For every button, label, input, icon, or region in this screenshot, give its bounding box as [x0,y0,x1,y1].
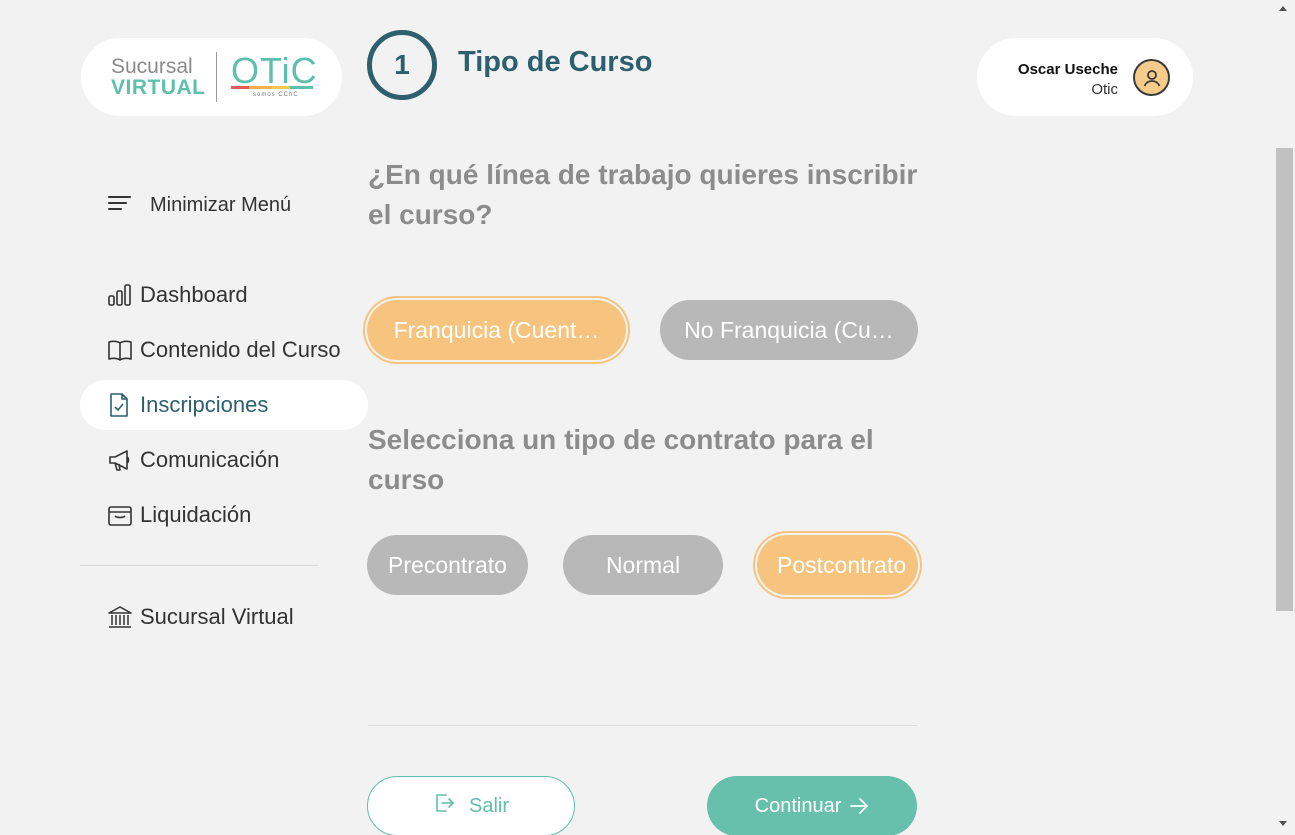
sidebar-item-label: Contenido del Curso [140,337,341,362]
scroll-down-arrow[interactable] [1279,821,1287,826]
document-check-icon [107,392,133,418]
user-name: Oscar Useche [1017,61,1118,78]
option-label: No Franquicia (Cu… [684,316,894,343]
option-no-franquicia[interactable]: No Franquicia (Cu… [660,300,918,360]
question-work-line: ¿En qué línea de trabajo quieres inscrib… [368,159,918,230]
sidebar-item-dashboard[interactable]: Dashboard [80,270,368,320]
sidebar-item-course-content[interactable]: Contenido del Curso [80,325,368,375]
otic-tagline: somos CChC [253,92,299,98]
minimize-menu-button[interactable]: Minimizar Menú [107,193,291,218]
sidebar-item-label: Sucursal Virtual [140,604,294,629]
option-label: Normal [605,551,681,578]
sidebar-item-sucursal-virtual[interactable]: Sucursal Virtual [80,592,368,642]
otic-color-bar [231,86,313,89]
sidebar-item-comunicacion[interactable]: Comunicación [80,435,368,485]
bar-chart-icon [107,282,133,308]
exit-label: Salir [468,794,509,817]
page-title: Tipo de Curso [458,46,653,78]
step-number: 1 [367,30,437,100]
option-franquicia[interactable]: Franquicia (Cuent… [367,300,626,360]
user-profile[interactable]: Oscar Useche Otic [977,38,1193,116]
otic-brand: OTiC [231,50,318,91]
scroll-up-arrow[interactable] [1279,6,1287,11]
book-icon [107,337,133,363]
exit-button[interactable]: Salir [367,776,575,835]
logo-line1: Sucursal [111,55,193,78]
sidebar-divider [80,565,318,566]
sidebar-item-liquidacion[interactable]: Liquidación [80,490,368,540]
content-divider [368,725,917,726]
logout-icon [433,792,455,820]
option-label: Precontrato [388,551,507,578]
option-normal[interactable]: Normal [563,535,723,595]
sidebar-item-label: Liquidación [140,502,252,527]
continue-label: Continuar [754,794,842,817]
continue-button[interactable]: Continuar [707,776,917,835]
logo-line2: VIRTUAL [111,76,206,99]
option-postcontrato[interactable]: Postcontrato [757,535,918,595]
sidebar-item-inscripciones[interactable]: Inscripciones [80,380,368,430]
sucursal-virtual-logo[interactable]: Sucursal VIRTUAL OTiC somos CChC [81,38,342,116]
logo-separator [216,52,217,102]
option-label: Postcontrato [777,551,907,578]
question-contract-type: Selecciona un tipo de contrato para el c… [368,424,874,495]
option-label: Franquicia (Cuent… [393,316,600,343]
minimize-menu-label: Minimizar Menú [150,194,292,216]
sidebar-item-label: Comunicación [140,447,280,472]
user-org: Otic [1091,81,1118,98]
scrollbar-thumb[interactable] [1276,148,1293,611]
option-precontrato[interactable]: Precontrato [367,535,528,595]
user-circle-icon[interactable] [1133,59,1170,96]
sidebar-item-label: Dashboard [140,282,248,307]
megaphone-icon [107,447,133,473]
menu-icon [107,193,132,218]
wallet-icon [107,502,133,528]
bank-icon [107,604,133,630]
sidebar-item-label: Inscripciones [140,392,269,417]
arrow-right-icon [849,797,869,815]
